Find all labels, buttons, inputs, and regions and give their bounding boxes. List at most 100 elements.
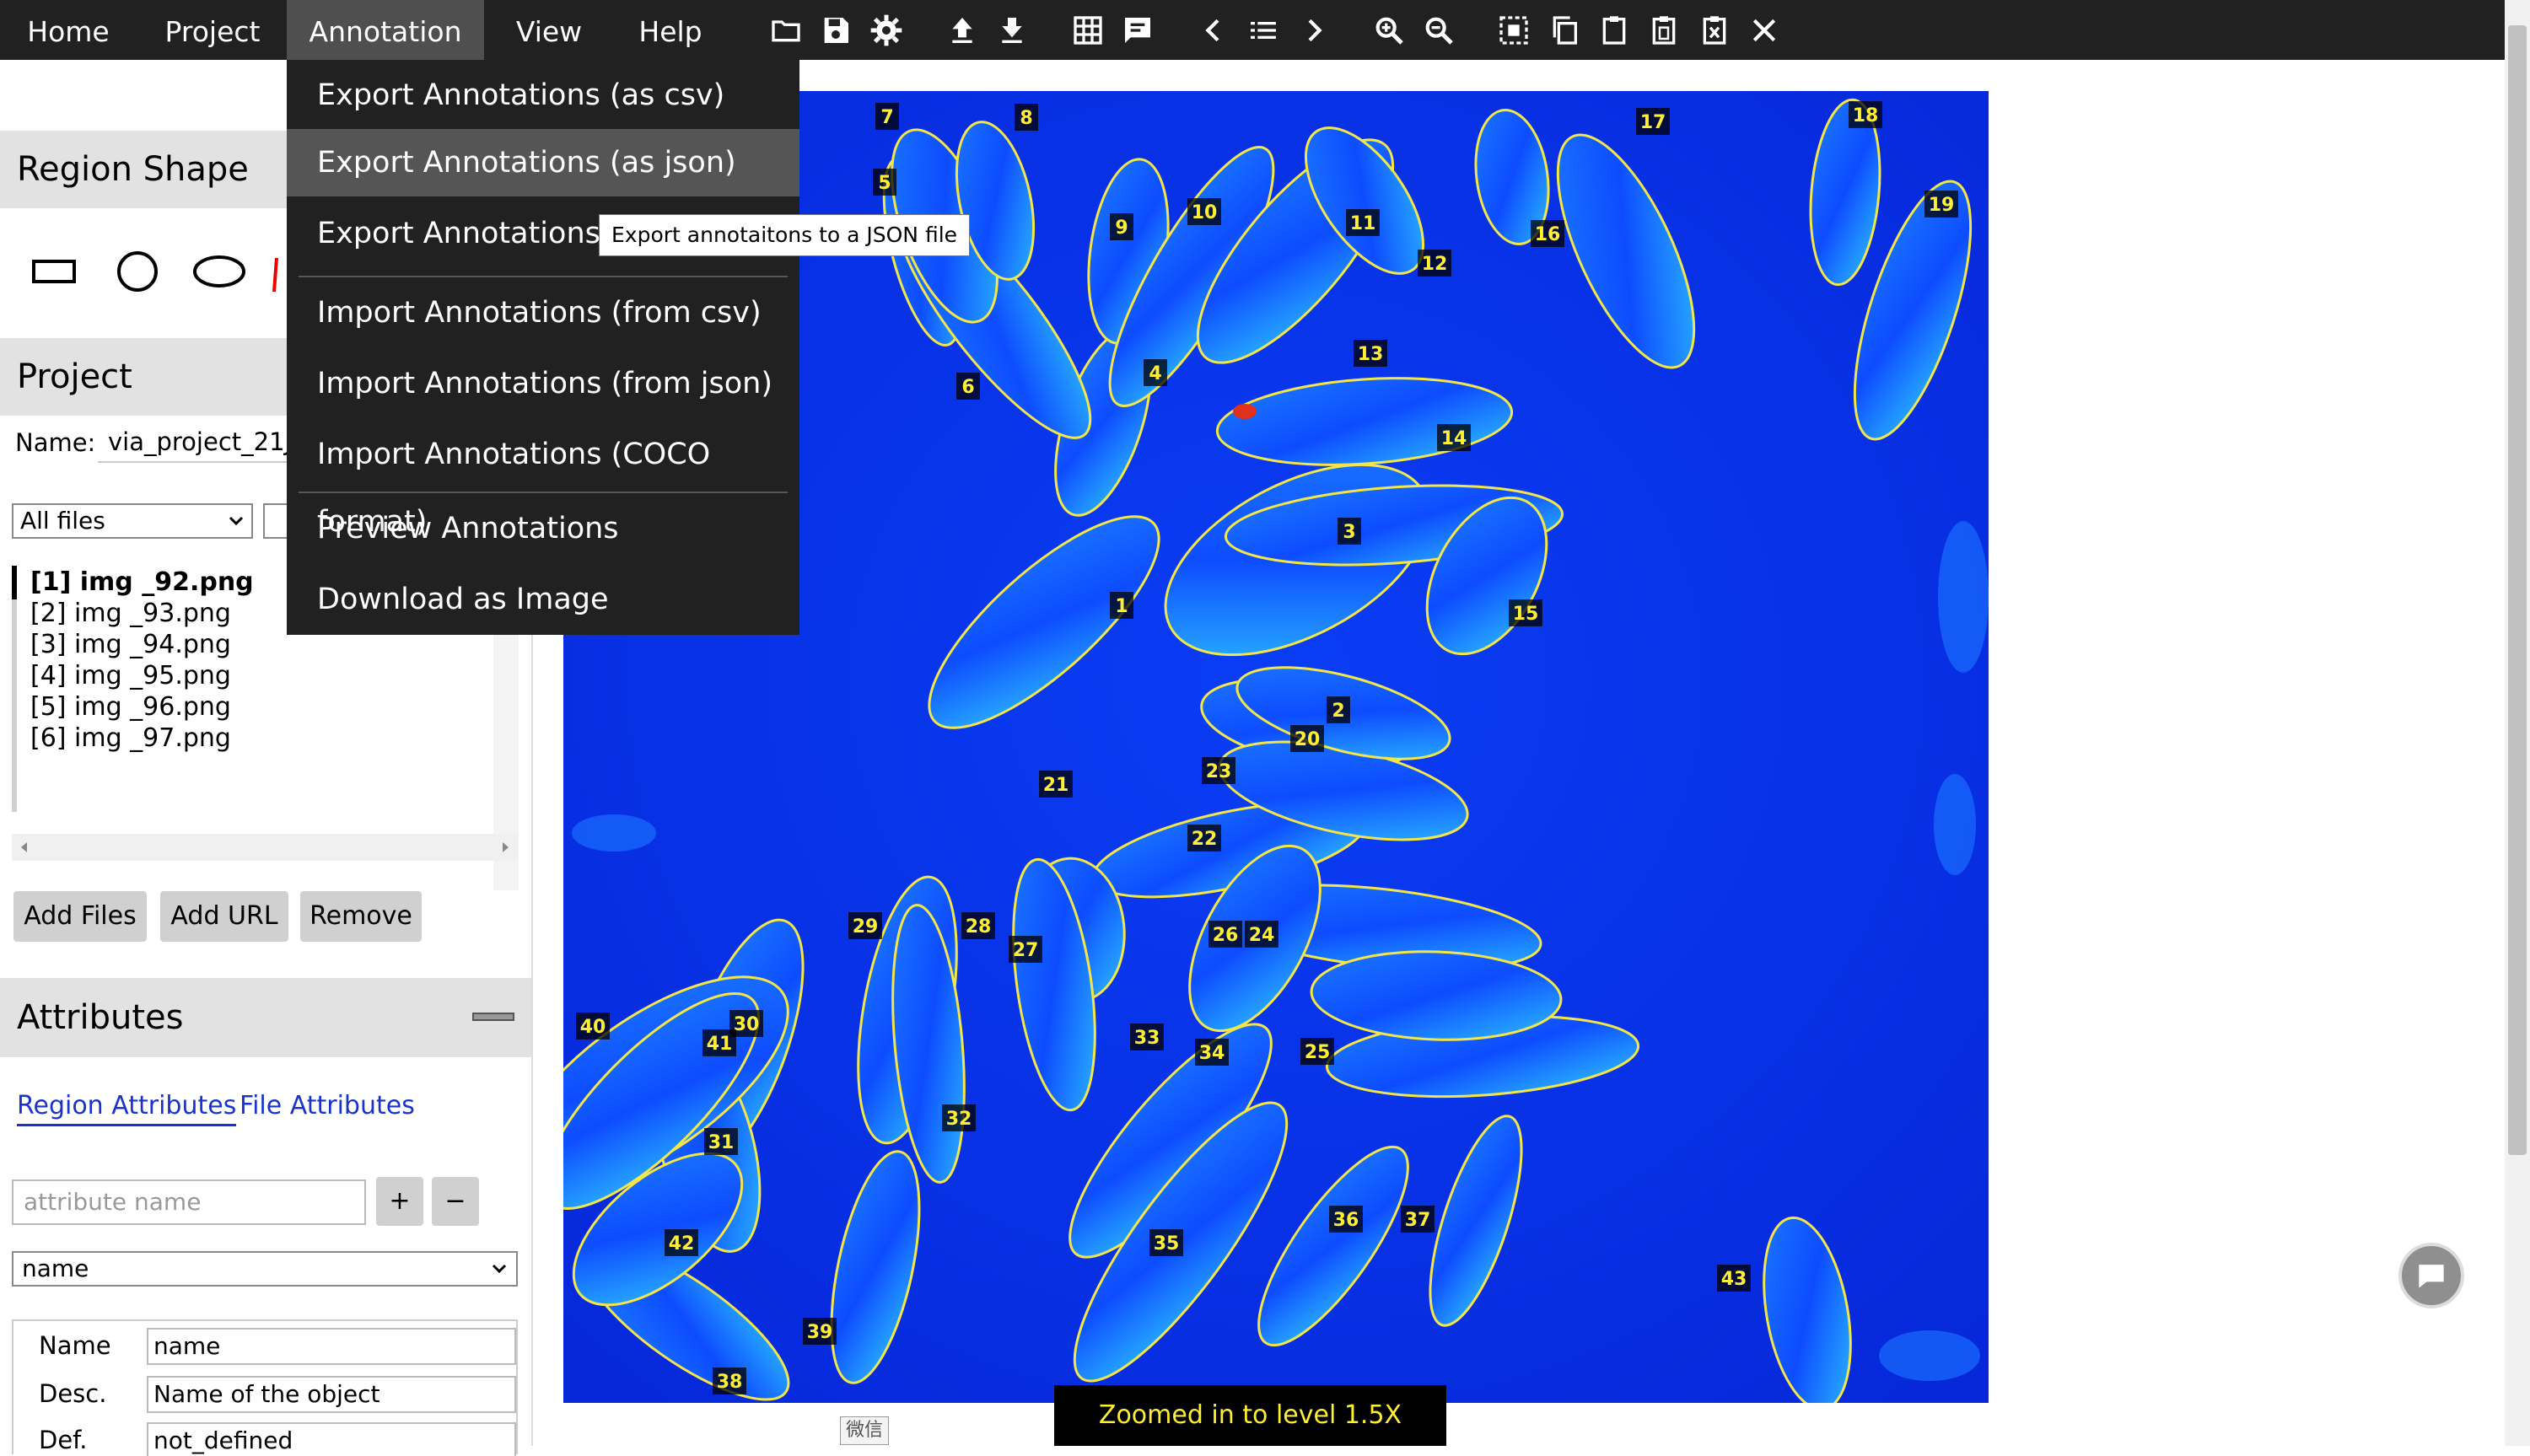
download-icon[interactable] [993,12,1031,49]
chat-button[interactable] [2398,1243,2464,1308]
select-all-icon[interactable] [1495,12,1532,49]
region-label: 15 [1513,604,1539,625]
region-label: 28 [966,916,992,938]
add-files-button[interactable]: Add Files [13,891,147,942]
region-label: 20 [1295,729,1321,750]
region-label: 18 [1853,105,1879,126]
region-label: 41 [707,1034,733,1055]
region-label: 8 [1020,108,1032,129]
menu-annotation[interactable]: Annotation [287,0,484,60]
menu-import-coco[interactable]: Import Annotations (COCO format) [287,421,799,539]
menu-preview-annotations[interactable]: Preview Annotations [287,495,799,562]
menu-help[interactable]: Help [624,0,717,60]
file-list-item[interactable]: [6] img _97.png [30,723,231,754]
folder-open-icon[interactable] [767,12,805,49]
file-filter-value: All files [20,507,105,535]
upload-icon[interactable] [944,12,981,49]
region-label: 42 [669,1233,695,1255]
next-icon[interactable] [1295,12,1332,49]
zoom-in-icon[interactable] [1370,12,1408,49]
menu-download-image[interactable]: Download as Image [287,566,799,633]
scroll-right-icon[interactable] [499,841,511,854]
region-label: 4 [1149,363,1161,384]
menu-export-csv[interactable]: Export Annotations (as csv) [287,62,799,129]
page-scrollbar-thumb[interactable] [2508,25,2527,1155]
region-label: 23 [1206,761,1232,782]
region-label: 29 [853,916,879,938]
region-label: 40 [580,1017,606,1038]
save-icon[interactable] [817,12,854,49]
circle-shape-icon[interactable] [108,241,167,300]
remove-attribute-button[interactable]: − [432,1177,479,1226]
attributes-header[interactable]: Attributes [0,978,533,1057]
menu-tooltip: Export annotaitons to a JSON file [599,214,971,256]
tab-region-attributes[interactable]: Region Attributes [17,1091,237,1126]
add-url-button[interactable]: Add URL [160,891,288,942]
attribute-desc-field[interactable]: Name of the object [147,1376,516,1413]
region-label: 31 [708,1132,735,1153]
region-label: 5 [878,173,891,194]
file-filter-select[interactable]: All files [12,503,253,539]
attribute-select[interactable]: name [12,1251,518,1287]
file-list-hscrollbar[interactable] [12,834,518,861]
project-name-input[interactable]: via_project_21Ju [98,421,287,463]
add-attribute-button[interactable]: + [376,1177,423,1226]
region-label: 43 [1721,1269,1747,1290]
menu-view[interactable]: View [498,0,600,60]
menu-import-json[interactable]: Import Annotations (from json) [287,350,799,417]
attribute-name-field[interactable]: name [147,1328,516,1365]
region-label: 34 [1199,1043,1225,1064]
status-message: Zoomed in to level 1.5X [1054,1385,1446,1446]
file-list-item[interactable]: [5] img _96.png [30,691,231,723]
paste-icon[interactable] [1596,12,1633,49]
tab-file-attributes[interactable]: File Attributes [240,1091,415,1120]
polygon-shape-icon[interactable] [272,241,287,300]
chevron-down-icon [229,516,244,526]
attribute-name-label: Name [39,1331,111,1360]
file-list-item[interactable]: [1] img _92.png [30,567,254,598]
wechat-label: 微信 [840,1416,890,1445]
copy-icon[interactable] [1546,12,1583,49]
grid-view-icon[interactable] [1069,12,1106,49]
region-label: 6 [961,377,974,398]
remove-file-button[interactable]: Remove [300,891,422,942]
attribute-select-value: name [22,1255,89,1282]
chat-bubble-icon [2419,1265,2444,1288]
region-label: 19 [1929,195,1955,216]
region-label: 11 [1350,213,1376,234]
region-label: 3 [1343,522,1355,543]
collapse-icon[interactable] [472,1013,514,1021]
list-icon[interactable] [1245,12,1282,49]
zoom-out-icon[interactable] [1420,12,1457,49]
menu-import-csv[interactable]: Import Annotations (from csv) [287,279,799,347]
menu-project[interactable]: Project [145,0,280,60]
attribute-desc-label: Desc. [39,1379,107,1408]
annotation-menu: Export Annotations (as csv) Export Annot… [287,60,799,635]
file-search-input[interactable] [263,503,287,539]
previous-icon[interactable] [1195,12,1232,49]
file-list-item[interactable]: [4] img _95.png [30,660,231,691]
region-label: 27 [1013,940,1039,961]
menu-home[interactable]: Home [0,0,137,60]
paste-special-icon[interactable] [1645,12,1682,49]
menu-export-json[interactable]: Export Annotations (as json) [287,129,799,196]
rectangle-shape-icon[interactable] [25,241,84,300]
scroll-left-icon[interactable] [19,841,30,854]
close-icon[interactable] [1746,12,1783,49]
project-name-label: Name: [15,428,96,457]
menu-separator [299,276,788,277]
file-list-item[interactable]: [2] img _93.png [30,598,231,629]
region-label: 16 [1535,224,1561,245]
region-label: 9 [1115,218,1128,239]
ellipse-shape-icon[interactable] [190,241,249,300]
attribute-default-field[interactable]: not_defined [147,1422,516,1456]
comment-icon[interactable] [1119,12,1156,49]
settings-icon[interactable] [868,12,905,49]
region-label: 37 [1405,1210,1431,1231]
attribute-name-input[interactable]: attribute name [12,1179,366,1225]
file-list-item[interactable]: [3] img _94.png [30,629,231,660]
attribute-default-label: Def. [39,1426,88,1454]
delete-region-icon[interactable] [1696,12,1733,49]
region-label: 14 [1441,428,1467,449]
region-label: 33 [1134,1028,1160,1049]
